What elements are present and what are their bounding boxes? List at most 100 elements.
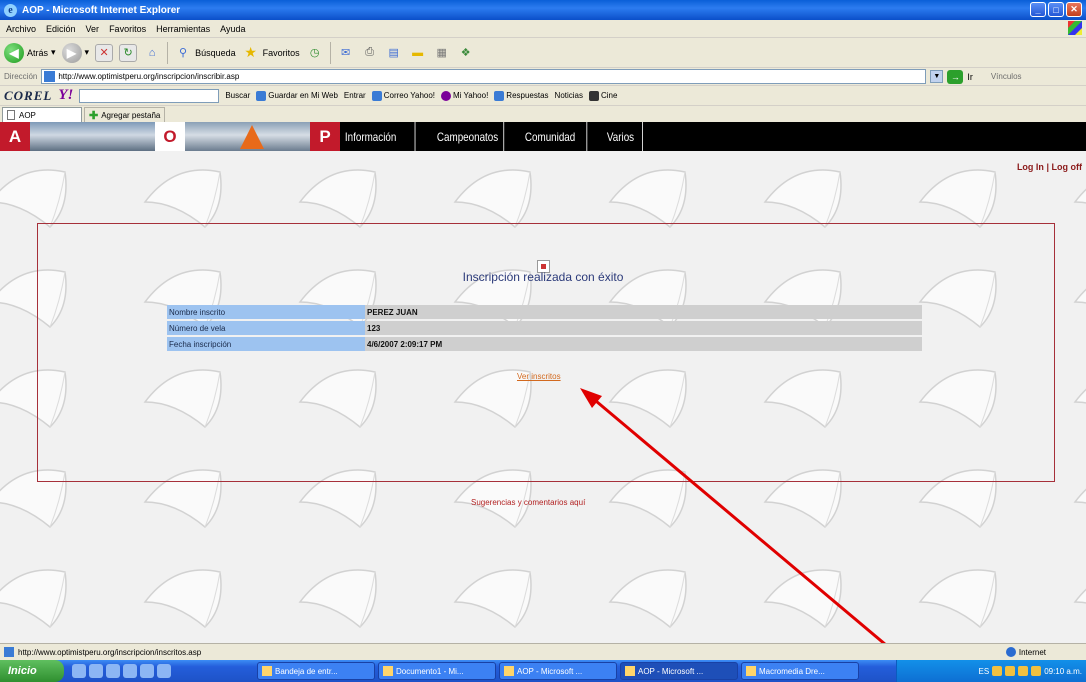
- quicklaunch-icon[interactable]: [123, 664, 137, 678]
- save-web-icon: [256, 90, 267, 101]
- task-button[interactable]: AOP - Microsoft ...: [620, 662, 738, 680]
- word-icon: [383, 666, 393, 676]
- nav-comunidad[interactable]: Comunidad: [520, 122, 588, 151]
- stop-icon[interactable]: ✕: [95, 43, 114, 62]
- sail-icon: [240, 125, 264, 149]
- task-label: Macromedia Dre...: [759, 666, 825, 676]
- new-tab-label: Agregar pestaña: [101, 110, 161, 120]
- yahoo-logo[interactable]: Y!: [58, 87, 73, 104]
- clock: 09:10 a.m.: [1044, 666, 1082, 676]
- zone-label: Internet: [1018, 647, 1046, 657]
- view-registered-link[interactable]: Ver inscritos: [517, 372, 561, 381]
- links-label[interactable]: Vínculos: [991, 72, 1022, 81]
- go-label[interactable]: Ir: [967, 72, 973, 82]
- edit-icon[interactable]: ▤: [385, 44, 403, 62]
- tray-icon[interactable]: [1005, 666, 1016, 676]
- logo-letter-a[interactable]: A: [0, 122, 30, 151]
- forward-button[interactable]: ▶ ▾: [61, 42, 90, 63]
- logoff-link[interactable]: Log off: [1052, 162, 1083, 172]
- tab-aop[interactable]: AOP: [2, 107, 82, 122]
- yahoo-save-label: Guardar en Mi Web: [268, 91, 338, 100]
- research-icon[interactable]: ❖: [457, 44, 475, 62]
- chevron-down-icon: ▾: [51, 47, 56, 57]
- corel-logo: COREL: [4, 87, 53, 103]
- yahoo-news-button[interactable]: Noticias: [555, 91, 583, 100]
- task-button[interactable]: AOP - Microsoft ...: [499, 662, 617, 680]
- address-input[interactable]: http://www.optimistperu.org/inscripcion/…: [41, 69, 927, 84]
- chevron-down-icon: ▾: [84, 47, 90, 57]
- minimize-button[interactable]: _: [1030, 2, 1046, 17]
- menu-herramientas[interactable]: Herramientas: [156, 24, 210, 34]
- nav-varios[interactable]: Varios: [602, 122, 643, 151]
- tray-icon[interactable]: [992, 666, 1003, 676]
- address-dropdown-icon[interactable]: ▼: [930, 70, 944, 83]
- tab-bar: AOP ✚ Agregar pestaña: [0, 106, 1086, 122]
- logo-letter-p[interactable]: P: [310, 122, 340, 151]
- language-indicator[interactable]: ES: [979, 667, 990, 676]
- yahoo-entrar-button[interactable]: Entrar: [344, 91, 366, 100]
- yahoo-my-button[interactable]: Mi Yahoo!: [441, 90, 488, 101]
- search-icon: ⚲: [179, 47, 188, 59]
- quicklaunch-icon[interactable]: [157, 664, 171, 678]
- task-button[interactable]: Documento1 - Mi...: [378, 662, 496, 680]
- menu-ayuda[interactable]: Ayuda: [220, 24, 245, 34]
- quicklaunch-icon[interactable]: [89, 664, 103, 678]
- yahoo-mail-button[interactable]: Correo Yahoo!: [371, 90, 435, 101]
- task-button[interactable]: Macromedia Dre...: [741, 662, 859, 680]
- yahoo-news-label: Noticias: [554, 91, 583, 100]
- go-icon[interactable]: →: [947, 69, 964, 84]
- success-message: Inscripción realizada con éxito: [0, 270, 1086, 284]
- quicklaunch-icon[interactable]: [72, 664, 86, 678]
- print-icon[interactable]: ⎙: [361, 44, 379, 62]
- nav-campeonatos[interactable]: Campeonatos: [432, 122, 505, 151]
- nav-informacion[interactable]: Información: [340, 122, 416, 151]
- maximize-button[interactable]: □: [1048, 2, 1064, 17]
- task-button[interactable]: Bandeja de entr...: [257, 662, 375, 680]
- status-url: http://www.optimistperu.org/inscripcion/…: [18, 647, 202, 657]
- logo-letter-o[interactable]: O: [155, 122, 185, 151]
- home-icon[interactable]: ⌂: [143, 44, 161, 62]
- task-label: AOP - Microsoft ...: [638, 666, 704, 676]
- star-icon: ★: [244, 44, 257, 60]
- yahoo-search-input[interactable]: [79, 88, 220, 103]
- tray-icon[interactable]: [1031, 666, 1042, 676]
- back-button[interactable]: ◀ Atrás ▾: [4, 42, 56, 63]
- start-button[interactable]: Inicio: [0, 660, 64, 682]
- new-tab-button[interactable]: ✚ Agregar pestaña: [84, 107, 166, 122]
- menu-bar: Archivo Edición Ver Favoritos Herramient…: [0, 20, 1086, 38]
- mail-icon[interactable]: ✉: [337, 44, 355, 62]
- search-button[interactable]: ⚲ Búsqueda: [174, 44, 236, 62]
- window-controls: _ □ ✕: [1030, 2, 1082, 17]
- yahoo-cine-button[interactable]: Cine: [589, 90, 617, 101]
- refresh-icon[interactable]: ↻: [119, 43, 138, 62]
- quicklaunch-icon[interactable]: [140, 664, 154, 678]
- yahoo-save-button[interactable]: Guardar en Mi Web: [256, 90, 338, 101]
- task-label: Bandeja de entr...: [275, 666, 338, 676]
- address-label: Dirección: [4, 72, 38, 81]
- field-label: Número de vela: [167, 321, 365, 335]
- registration-table: Nombre inscrito PEREZ JUAN Número de vel…: [167, 303, 922, 353]
- table-row: Número de vela 123: [167, 321, 922, 335]
- quick-launch: [72, 664, 257, 678]
- quicklaunch-icon[interactable]: [106, 664, 120, 678]
- ie-icon: [504, 666, 514, 676]
- ie-logo-icon: e: [4, 3, 17, 17]
- tray-icon[interactable]: [1018, 666, 1029, 676]
- yahoo-answers-button[interactable]: Respuestas: [494, 90, 549, 101]
- forward-arrow-icon: ▶: [61, 42, 82, 63]
- menu-ver[interactable]: Ver: [86, 24, 100, 34]
- yahoo-answers-label: Respuestas: [506, 91, 549, 100]
- close-button[interactable]: ✕: [1066, 2, 1082, 17]
- folder-icon[interactable]: ▬: [409, 44, 427, 62]
- menu-archivo[interactable]: Archivo: [6, 24, 36, 34]
- menu-favoritos[interactable]: Favoritos: [109, 24, 146, 34]
- favorites-label: Favoritos: [262, 47, 300, 58]
- history-icon[interactable]: ◷: [306, 44, 324, 62]
- messenger-icon[interactable]: ▦: [433, 44, 451, 62]
- favorites-button[interactable]: ★ Favoritos: [242, 44, 300, 62]
- menu-edicion[interactable]: Edición: [46, 24, 76, 34]
- yahoo-buscar-button[interactable]: Buscar: [225, 91, 250, 100]
- login-link[interactable]: Log In: [1017, 162, 1044, 172]
- toolbar-separator: [167, 41, 169, 64]
- suggestions-link[interactable]: Sugerencias y comentarios aquí: [471, 498, 585, 507]
